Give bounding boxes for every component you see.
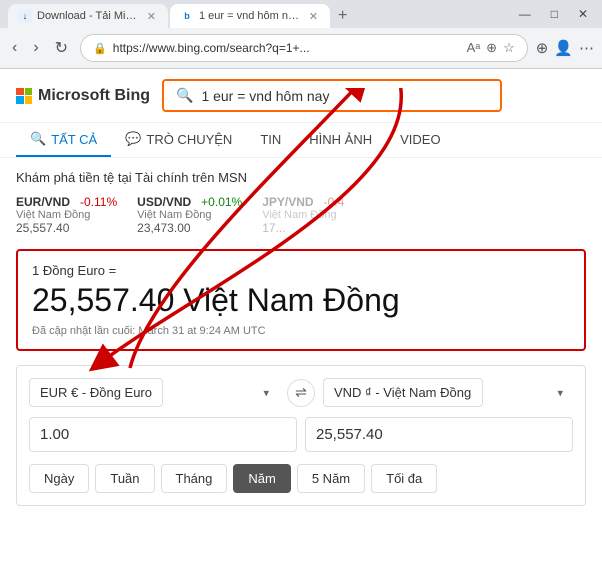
nav-bar: ‹ › ↻ 🔒 https://www.bing.com/search?q=1+… — [0, 28, 602, 68]
search-icon: 🔍 — [176, 87, 193, 104]
tab2-close[interactable]: ✕ — [307, 10, 320, 23]
result-updated: Đã cập nhật lần cuối: March 31 at 9:24 A… — [32, 325, 570, 337]
tab-images-label: HÌNH ẢNH — [309, 132, 372, 147]
jpy-change: -0.4 — [324, 195, 345, 209]
new-tab-button[interactable]: + — [332, 4, 353, 28]
period-buttons: Ngày Tuần Tháng Năm 5 Năm Tối đa — [29, 464, 573, 493]
result-box: 1 Đồng Euro = 25,557.40 Việt Nam Đồng Đã… — [16, 249, 586, 351]
eur-rate: 25,557.40 — [16, 221, 117, 235]
usd-sub: Việt Nam Đồng — [137, 209, 242, 221]
tab-chat[interactable]: 💬 TRÒ CHUYỆN — [111, 123, 246, 157]
tab-all-label: TẤT CẢ — [51, 132, 97, 147]
tab-all-icon: 🔍 — [30, 131, 46, 147]
tab-1[interactable]: ↓ Download - Tải Miễn Phí VN ✕ — [8, 4, 168, 28]
lock-icon: 🔒 — [93, 42, 107, 55]
tab-chat-icon: 💬 — [125, 131, 141, 147]
period-day[interactable]: Ngày — [29, 464, 89, 493]
bookmark-icon[interactable]: ☆ — [503, 40, 515, 56]
read-icon: Aᵃ — [467, 40, 481, 56]
currency-row: EUR/VND -0.11% Việt Nam Đồng 25,557.40 U… — [16, 195, 586, 235]
main-content: Khám phá tiền tệ tại Tài chính trên MSN … — [0, 158, 602, 518]
address-bar[interactable]: 🔒 https://www.bing.com/search?q=1+... Aᵃ… — [80, 34, 528, 62]
tab-images[interactable]: HÌNH ẢNH — [295, 123, 386, 157]
more-button[interactable]: ⋯ — [579, 39, 594, 57]
from-currency-select[interactable]: EUR € - Đồng Euro — [29, 378, 163, 407]
window-controls: — □ ✕ — [513, 4, 594, 28]
tab-video-label: VIDEO — [400, 132, 440, 147]
search-box[interactable]: 🔍 1 eur = vnd hôm nay — [162, 79, 502, 112]
bing-logo: Microsoft Bing — [16, 87, 150, 105]
tab2-favicon: b — [180, 9, 194, 23]
to-amount-input[interactable] — [305, 417, 573, 452]
period-week[interactable]: Tuần — [95, 464, 154, 493]
bing-header: Microsoft Bing 🔍 1 eur = vnd hôm nay — [0, 69, 602, 123]
bing-logo-text: Microsoft Bing — [38, 87, 150, 105]
msn-section: Khám phá tiền tệ tại Tài chính trên MSN … — [16, 170, 586, 235]
minimize-button[interactable]: — — [513, 5, 537, 23]
ms-logo-icon — [16, 88, 32, 104]
back-button[interactable]: ‹ — [8, 37, 21, 59]
to-currency-select[interactable]: VND ₫ - Việt Nam Đồng — [323, 378, 483, 407]
search-tabs: 🔍 TẤT CẢ 💬 TRÒ CHUYỆN TIN HÌNH ẢNH VIDEO — [0, 123, 602, 158]
eur-change: -0.11% — [80, 195, 117, 209]
tabs-area: ↓ Download - Tải Miễn Phí VN ✕ b 1 eur =… — [8, 4, 513, 28]
result-label: 1 Đồng Euro = — [32, 263, 570, 278]
period-month[interactable]: Tháng — [161, 464, 228, 493]
period-year[interactable]: Năm — [233, 464, 290, 493]
profile-button[interactable]: 👤 — [554, 39, 573, 57]
currency-item-jpy[interactable]: JPY/VND -0.4 Việt Nam Đồng 17... — [262, 195, 344, 235]
refresh-button[interactable]: ↻ — [51, 36, 72, 60]
to-currency-wrapper: VND ₫ - Việt Nam Đồng — [323, 378, 573, 407]
usd-pair: USD/VND — [137, 195, 191, 209]
search-value: 1 eur = vnd hôm nay — [201, 88, 329, 104]
amount-row — [29, 417, 573, 452]
from-currency-wrapper: EUR € - Đồng Euro — [29, 378, 279, 407]
tab-video[interactable]: VIDEO — [386, 123, 454, 157]
translate-icon: ⊕ — [486, 40, 497, 56]
jpy-sub: Việt Nam Đồng — [262, 209, 344, 221]
tab-bar: ↓ Download - Tải Miễn Phí VN ✕ b 1 eur =… — [0, 0, 602, 28]
usd-rate: 23,473.00 — [137, 221, 242, 235]
eur-sub: Việt Nam Đồng — [16, 209, 117, 221]
period-5year[interactable]: 5 Năm — [297, 464, 365, 493]
swap-button[interactable]: ⇌ — [287, 379, 315, 407]
period-max[interactable]: Tối đa — [371, 464, 437, 493]
tab1-close[interactable]: ✕ — [145, 10, 158, 23]
swap-icon: ⇌ — [295, 384, 307, 401]
from-amount-input[interactable] — [29, 417, 297, 452]
jpy-pair: JPY/VND — [262, 195, 313, 209]
address-icons: Aᵃ ⊕ ☆ — [467, 40, 515, 56]
usd-change: +0.01% — [201, 195, 242, 209]
tab-news[interactable]: TIN — [246, 123, 295, 157]
extensions-button[interactable]: ⊕ — [536, 39, 549, 57]
forward-button[interactable]: › — [29, 37, 42, 59]
close-button[interactable]: ✕ — [572, 5, 594, 23]
msn-title: Khám phá tiền tệ tại Tài chính trên MSN — [16, 170, 586, 185]
tab1-favicon: ↓ — [18, 9, 32, 23]
tab-2[interactable]: b 1 eur = vnd hôm nay - Tìm kiế... ✕ — [170, 4, 330, 28]
jpy-rate: 17... — [262, 221, 344, 235]
tab2-title: 1 eur = vnd hôm nay - Tìm kiế... — [199, 10, 302, 22]
nav-extra: ⊕ 👤 ⋯ — [536, 39, 594, 57]
result-value: 25,557.40 Việt Nam Đồng — [32, 282, 570, 319]
browser-chrome: ↓ Download - Tải Miễn Phí VN ✕ b 1 eur =… — [0, 0, 602, 69]
page-content: Microsoft Bing 🔍 1 eur = vnd hôm nay 🔍 T… — [0, 69, 602, 518]
tab-news-label: TIN — [260, 132, 281, 147]
tab-chat-label: TRÒ CHUYỆN — [146, 132, 232, 147]
converter: EUR € - Đồng Euro ⇌ VND ₫ - Việt Nam Đồn… — [16, 365, 586, 506]
address-text: https://www.bing.com/search?q=1+... — [113, 41, 461, 55]
eur-pair: EUR/VND — [16, 195, 70, 209]
converter-selector-row: EUR € - Đồng Euro ⇌ VND ₫ - Việt Nam Đồn… — [29, 378, 573, 407]
currency-item-usd[interactable]: USD/VND +0.01% Việt Nam Đồng 23,473.00 — [137, 195, 242, 235]
maximize-button[interactable]: □ — [545, 5, 564, 23]
tab-all[interactable]: 🔍 TẤT CẢ — [16, 123, 111, 157]
currency-item-eur[interactable]: EUR/VND -0.11% Việt Nam Đồng 25,557.40 — [16, 195, 117, 235]
tab1-title: Download - Tải Miễn Phí VN — [37, 10, 140, 22]
